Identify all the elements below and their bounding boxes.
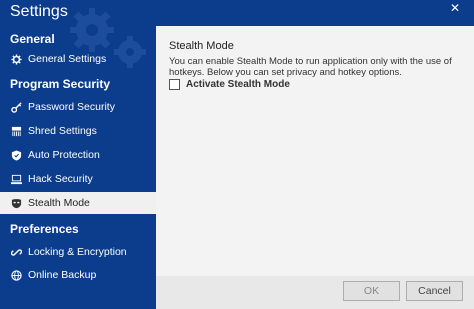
sidebar-item-online-backup[interactable]: Online Backup [0, 264, 156, 286]
page-title: Stealth Mode [169, 40, 234, 52]
sidebar-item-stealth-mode[interactable]: Stealth Mode [0, 192, 156, 214]
sidebar-item-label: Online Backup [28, 269, 97, 281]
mask-icon [10, 197, 22, 209]
shield-icon [10, 149, 22, 161]
activate-stealth-checkbox[interactable] [169, 79, 180, 90]
sidebar-item-locking-encryption[interactable]: Locking & Encryption [0, 241, 156, 263]
page-description: You can enable Stealth Mode to run appli… [169, 56, 452, 78]
sidebar-item-label: General Settings [28, 53, 107, 65]
sidebar-item-general-settings[interactable]: General Settings [0, 48, 156, 70]
sidebar: General General Settings Program Securit… [0, 26, 156, 309]
sidebar-item-label: Shred Settings [28, 125, 97, 137]
gear-icon [10, 53, 22, 65]
link-icon [10, 246, 22, 258]
checkbox-label: Activate Stealth Mode [186, 79, 290, 90]
stealth-mode-option[interactable]: Activate Stealth Mode [169, 79, 290, 90]
cancel-button[interactable]: Cancel [406, 281, 463, 301]
sidebar-item-hack-security[interactable]: Hack Security [0, 168, 156, 190]
section-preferences: Preferences [10, 222, 79, 236]
sidebar-item-label: Stealth Mode [28, 197, 90, 209]
sidebar-item-label: Auto Protection [28, 149, 100, 161]
sidebar-item-auto-protection[interactable]: Auto Protection [0, 144, 156, 166]
sidebar-item-shred-settings[interactable]: Shred Settings [0, 120, 156, 142]
close-button[interactable]: ✕ [444, 0, 466, 16]
settings-window: Settings ✕ General General Settings Prog… [0, 0, 474, 309]
section-general: General [10, 32, 55, 46]
content-panel: Stealth Mode You can enable Stealth Mode… [156, 26, 474, 309]
ok-button[interactable]: OK [343, 281, 400, 301]
sidebar-item-label: Password Security [28, 101, 115, 113]
sidebar-item-password-security[interactable]: Password Security [0, 96, 156, 118]
section-program-security: Program Security [10, 77, 111, 91]
globe-icon [10, 269, 22, 281]
sidebar-item-label: Hack Security [28, 173, 93, 185]
key-icon [10, 101, 22, 113]
close-icon: ✕ [449, 1, 461, 15]
hacker-icon [10, 173, 22, 185]
sidebar-item-label: Locking & Encryption [28, 246, 127, 258]
shredder-icon [10, 125, 22, 137]
